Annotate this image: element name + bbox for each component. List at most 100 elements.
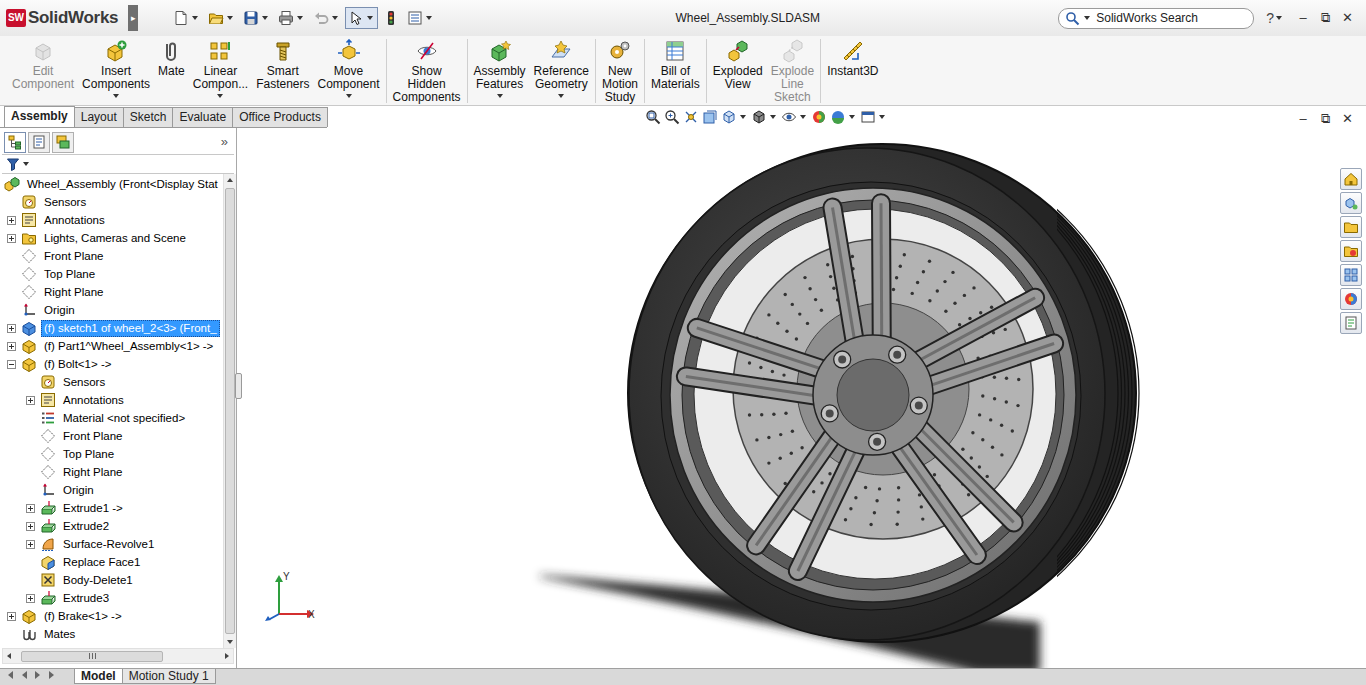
minimize-button[interactable]: – xyxy=(1292,109,1314,129)
tree-item[interactable]: Annotations xyxy=(0,211,223,229)
search-input[interactable] xyxy=(1094,8,1244,28)
expand-panel-button[interactable]: » xyxy=(221,132,232,152)
panel-tab[interactable] xyxy=(4,132,26,153)
home-tab[interactable] xyxy=(1340,168,1362,190)
tree-item[interactable]: Front Plane xyxy=(0,427,223,445)
fastener-icon[interactable] xyxy=(271,39,295,63)
undo-button[interactable] xyxy=(310,7,343,29)
exploded-icon[interactable] xyxy=(726,39,750,63)
tree-item[interactable]: Origin xyxy=(0,481,223,499)
refgeom-icon[interactable] xyxy=(549,39,573,63)
ribbon-button[interactable]: Mate xyxy=(154,39,189,78)
ribbon-button[interactable]: SmartFasteners xyxy=(252,39,313,91)
show-icon[interactable] xyxy=(415,39,439,63)
tree-item[interactable]: Origin xyxy=(0,301,223,319)
ribbon-button[interactable]: AssemblyFeatures xyxy=(470,39,530,98)
scroll-thumb[interactable] xyxy=(21,651,163,662)
tree-item[interactable]: Top Plane xyxy=(0,265,223,283)
expand-icon[interactable] xyxy=(26,504,35,513)
bom-icon[interactable] xyxy=(663,39,687,63)
dropdown-arrow-icon[interactable] xyxy=(800,115,806,119)
previous-tab-icon[interactable] xyxy=(18,669,30,681)
ribbon-button[interactable]: NewMotionStudy xyxy=(598,39,642,104)
section-view-button[interactable] xyxy=(702,109,718,125)
bottom-tab[interactable]: Motion Study 1 xyxy=(122,669,216,684)
dropdown-arrow-icon[interactable] xyxy=(558,94,564,98)
panel-splitter[interactable] xyxy=(235,373,242,399)
expand-icon[interactable] xyxy=(7,342,16,351)
logo[interactable]: SWSolidWorks▸ xyxy=(0,3,138,33)
dropdown-arrow-icon[interactable] xyxy=(740,115,746,119)
expand-icon[interactable] xyxy=(26,540,35,549)
dropdown-arrow-icon[interactable] xyxy=(217,94,223,98)
ribbon-button[interactable]: ReferenceGeometry xyxy=(530,39,593,98)
design-library-tab[interactable] xyxy=(1340,216,1362,238)
tree-item[interactable]: Surface-Revolve1 xyxy=(0,535,223,553)
mate-icon[interactable] xyxy=(159,39,183,63)
dropdown-arrow-icon[interactable] xyxy=(346,94,352,98)
dropdown-arrow-icon[interactable] xyxy=(849,115,855,119)
command-tab[interactable]: Sketch xyxy=(123,107,174,127)
tree-item[interactable]: Material <not specified> xyxy=(0,409,223,427)
expand-icon[interactable] xyxy=(7,234,16,243)
collapse-icon[interactable] xyxy=(7,360,16,369)
tree-filter[interactable] xyxy=(2,154,234,174)
tree-root[interactable]: Wheel_Assembly (Front<Display Stat xyxy=(0,175,223,193)
command-tab[interactable]: Layout xyxy=(74,107,124,127)
scroll-up-icon[interactable] xyxy=(227,178,233,182)
ribbon-button[interactable]: InsertComponents xyxy=(78,39,154,98)
scroll-left-icon[interactable] xyxy=(7,653,11,659)
previous-view-button[interactable] xyxy=(683,109,699,125)
resources-tab[interactable] xyxy=(1340,192,1362,214)
zoom-area-button[interactable] xyxy=(664,109,680,125)
features-icon[interactable] xyxy=(488,39,512,63)
close-button[interactable]: ✕ xyxy=(1336,109,1358,129)
print-button[interactable] xyxy=(275,7,308,29)
dropdown-arrow-icon[interactable] xyxy=(367,16,373,20)
instant3d-icon[interactable] xyxy=(841,39,865,63)
appearances-tab[interactable] xyxy=(1340,288,1362,310)
dropdown-arrow-icon[interactable] xyxy=(113,94,119,98)
dropdown-arrow-icon[interactable] xyxy=(1276,16,1282,20)
vertical-scrollbar[interactable] xyxy=(223,174,236,648)
tree-item[interactable]: Replace Face1 xyxy=(0,553,223,571)
apply-scene-button[interactable] xyxy=(830,109,857,125)
expand-icon[interactable] xyxy=(7,324,16,333)
tree-item[interactable]: Extrude2 xyxy=(0,517,223,535)
view-palette-tab[interactable] xyxy=(1340,264,1362,286)
dropdown-arrow-icon[interactable] xyxy=(23,162,29,166)
file-explorer-tab[interactable] xyxy=(1340,240,1362,262)
close-button[interactable]: ✕ xyxy=(1336,8,1358,28)
ribbon-button[interactable]: ExplodedView xyxy=(709,39,767,91)
minimize-button[interactable]: – xyxy=(1292,8,1314,28)
save-button[interactable] xyxy=(240,7,273,29)
open-folder-button[interactable] xyxy=(205,7,238,29)
wheel-model-icon[interactable] xyxy=(237,128,1365,668)
custom-properties-tab[interactable] xyxy=(1340,312,1362,334)
dropdown-arrow-icon[interactable] xyxy=(297,16,303,20)
hide-show-button[interactable] xyxy=(781,109,808,125)
tree-item[interactable]: Right Plane xyxy=(0,283,223,301)
panel-tab[interactable] xyxy=(28,132,50,153)
command-tab[interactable]: Assembly xyxy=(4,106,75,127)
view-settings-button[interactable] xyxy=(860,109,887,125)
tree-item[interactable]: Sensors xyxy=(0,373,223,391)
tree-item[interactable]: (f) Part1^Wheel_Assembly<1> -> xyxy=(0,337,223,355)
ribbon-button[interactable]: ShowHiddenComponents xyxy=(389,39,465,104)
tree-item[interactable]: Extrude3 xyxy=(0,589,223,607)
dropdown-arrow-icon[interactable] xyxy=(227,16,233,20)
next-tab-icon[interactable] xyxy=(32,669,44,681)
tree-item[interactable]: Lights, Cameras and Scene xyxy=(0,229,223,247)
dropdown-arrow-icon[interactable] xyxy=(1084,16,1090,20)
dropdown-arrow-icon[interactable] xyxy=(426,16,432,20)
options-button[interactable] xyxy=(404,7,437,29)
expand-icon[interactable] xyxy=(7,612,16,621)
scroll-thumb[interactable] xyxy=(225,188,235,634)
ribbon-button[interactable]: LinearCompon... xyxy=(189,39,252,98)
ribbon-button[interactable]: Bill ofMaterials xyxy=(647,39,704,91)
ribbon-button[interactable]: Instant3D xyxy=(823,39,882,78)
tree-item[interactable]: Annotations xyxy=(0,391,223,409)
tree-item[interactable]: Right Plane xyxy=(0,463,223,481)
tree-item[interactable]: Body-Delete1 xyxy=(0,571,223,589)
view-orientation-button[interactable] xyxy=(721,109,748,125)
